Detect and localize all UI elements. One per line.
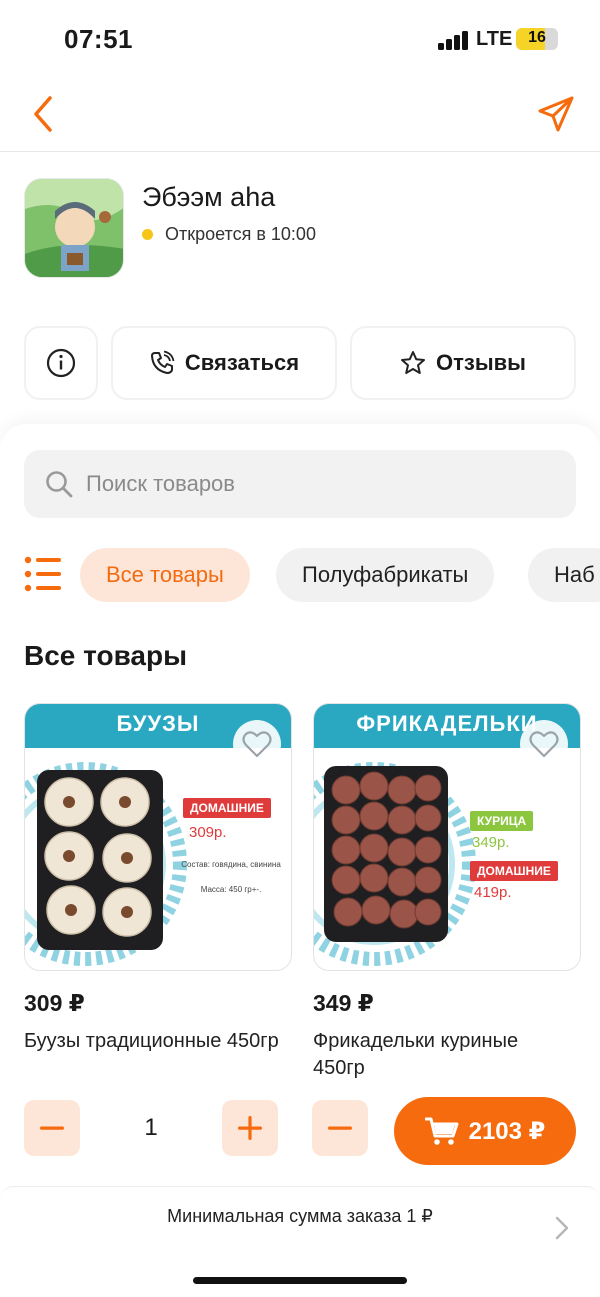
- mass-text: Масса: 450 гр+-.: [200, 885, 262, 894]
- minus-icon: [40, 1126, 64, 1130]
- search-bar[interactable]: [24, 450, 576, 518]
- category-chip-sets[interactable]: Наб: [528, 548, 600, 602]
- decrease-button[interactable]: [24, 1100, 80, 1156]
- product-price: 349 ₽: [313, 990, 374, 1016]
- list-icon[interactable]: [24, 556, 62, 592]
- quantity-value: 1: [144, 1114, 158, 1141]
- battery-level: 16: [528, 29, 546, 46]
- cart-icon: [424, 1117, 459, 1145]
- shop-status-text: Откроется в 10:00: [165, 224, 316, 244]
- product-price: 309 ₽: [24, 990, 85, 1016]
- product-photo: [324, 766, 448, 942]
- increase-button[interactable]: [222, 1100, 278, 1156]
- back-icon[interactable]: [28, 94, 60, 134]
- product-tag: ДОМАШНИЕ: [470, 861, 558, 881]
- chevron-right-icon: [554, 1205, 570, 1240]
- product-image[interactable]: БУУЗЫ ДОМАШНИЕ 309р. Состав: говядина, с…: [24, 703, 292, 971]
- info-button[interactable]: [24, 326, 98, 400]
- star-icon: [401, 351, 426, 374]
- tag-price: 309р.: [189, 824, 227, 841]
- search-icon: [46, 471, 73, 498]
- status-time: 07:51: [64, 24, 133, 54]
- status-bar: 07:51 LTE 16: [0, 0, 600, 80]
- top-nav: [0, 80, 600, 152]
- decrease-button[interactable]: [312, 1100, 368, 1156]
- product-image[interactable]: ФРИКАДЕЛЬКИ КУРИЦА 349р. ДОМАШНИЕ 419р.: [313, 703, 581, 971]
- product-name[interactable]: Фрикадельки куриные 450гр: [313, 1028, 573, 1082]
- product-tag: КУРИЦА: [470, 811, 534, 831]
- plus-icon: [238, 1116, 262, 1140]
- category-chip-semi[interactable]: Полуфабрикаты: [276, 548, 495, 602]
- shop-status: Откроется в 10:00: [142, 224, 316, 245]
- shop-avatar[interactable]: [24, 178, 124, 278]
- composition-text: Состав: говядина, свинина: [181, 860, 281, 869]
- signal-icon: [438, 30, 470, 50]
- heart-icon[interactable]: [520, 720, 568, 768]
- tag-price: 349р.: [472, 834, 510, 851]
- info-icon: [46, 348, 76, 378]
- tag-price: 419р.: [474, 884, 512, 901]
- section-title: Все товары: [24, 640, 188, 671]
- contact-button[interactable]: Связаться: [111, 326, 337, 400]
- product-tag: ДОМАШНИЕ: [183, 798, 271, 818]
- min-order-text: Минимальная сумма заказа 1 ₽: [167, 1206, 433, 1226]
- phone-icon: [150, 350, 175, 374]
- cart-button[interactable]: 2103 ₽: [394, 1097, 576, 1165]
- heart-icon[interactable]: [233, 720, 281, 768]
- product-name[interactable]: Буузы традиционные 450гр: [24, 1028, 284, 1055]
- category-chip-all[interactable]: Все товары: [80, 548, 250, 602]
- search-input[interactable]: [86, 471, 536, 497]
- network-type: LTE: [476, 28, 513, 50]
- send-icon[interactable]: [536, 94, 576, 134]
- min-order-bar[interactable]: Минимальная сумма заказа 1 ₽: [0, 1186, 600, 1246]
- cart-total: 2103 ₽: [468, 1117, 546, 1145]
- status-dot: [142, 229, 153, 240]
- product-photo: [37, 770, 163, 950]
- home-indicator: [193, 1277, 407, 1284]
- reviews-button[interactable]: Отзывы: [350, 326, 576, 400]
- contact-label: Связаться: [184, 350, 300, 375]
- battery-icon: 16: [516, 28, 558, 50]
- shop-name: Эбээм аhа: [142, 182, 276, 212]
- minus-icon: [328, 1126, 352, 1130]
- reviews-label: Отзывы: [436, 350, 526, 375]
